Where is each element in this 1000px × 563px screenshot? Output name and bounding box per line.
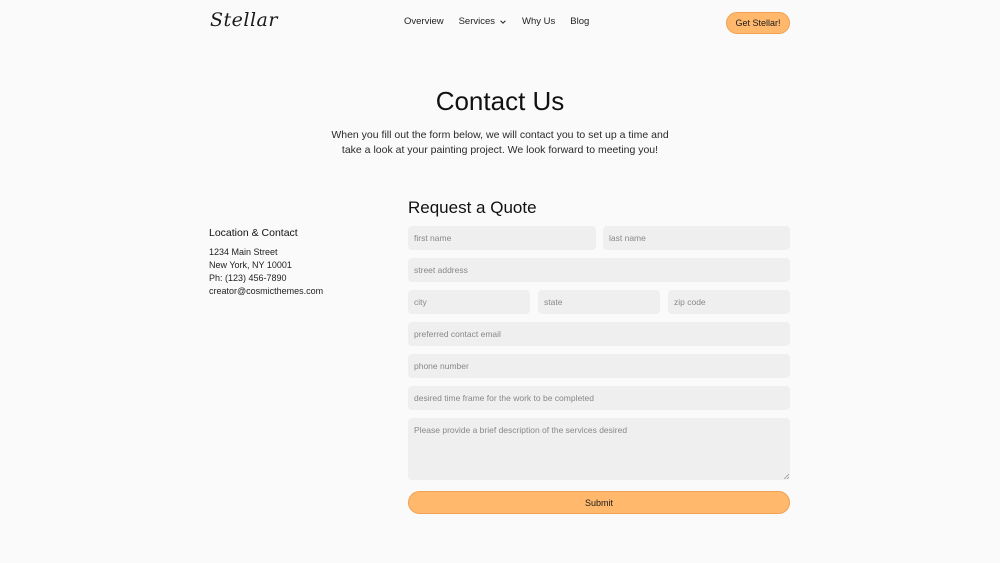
nav-why-us[interactable]: Why Us (522, 16, 555, 27)
resize-grip-icon[interactable] (783, 473, 789, 479)
zip-code-field[interactable] (668, 290, 790, 314)
street-address-field[interactable] (408, 258, 790, 282)
nav-services-label: Services (458, 16, 496, 27)
email-line[interactable]: creator@cosmicthemes.com (209, 285, 323, 298)
first-name-field[interactable] (408, 226, 596, 250)
last-name-field[interactable] (603, 226, 790, 250)
nav-services[interactable]: Services (459, 16, 507, 27)
nav-why-us-label: Why Us (522, 16, 556, 27)
location-details: 1234 Main Street New York, NY 10001 Ph: … (209, 246, 323, 298)
nav-blog[interactable]: Blog (570, 16, 589, 27)
main-nav: Overview Services Why Us Blog (404, 16, 589, 27)
city-field[interactable] (408, 290, 530, 314)
phone-field[interactable] (408, 354, 790, 378)
timeframe-field[interactable] (408, 386, 790, 410)
address-line: 1234 Main Street (209, 247, 278, 257)
get-stellar-button[interactable]: Get Stellar! (726, 12, 790, 34)
form-title: Request a Quote (408, 198, 537, 217)
logo[interactable]: Stellar (210, 9, 278, 31)
city-line: New York, NY 10001 (209, 260, 292, 270)
submit-button[interactable]: Submit (408, 491, 790, 514)
description-textarea[interactable] (408, 418, 790, 480)
nav-overview[interactable]: Overview (404, 16, 444, 27)
email-field[interactable] (408, 322, 790, 346)
phone-line: Ph: (123) 456-7890 (209, 273, 287, 283)
state-field[interactable] (538, 290, 660, 314)
location-title: Location & Contact (209, 227, 298, 239)
chevron-down-icon (500, 19, 506, 24)
page-title: Contact Us (435, 86, 565, 116)
nav-blog-label: Blog (570, 16, 590, 27)
site-header: Stellar Overview Services Why Us Blog Ge… (0, 0, 1000, 46)
nav-overview-label: Overview (404, 16, 444, 27)
intro-text: When you fill out the form below, we wil… (331, 129, 669, 156)
